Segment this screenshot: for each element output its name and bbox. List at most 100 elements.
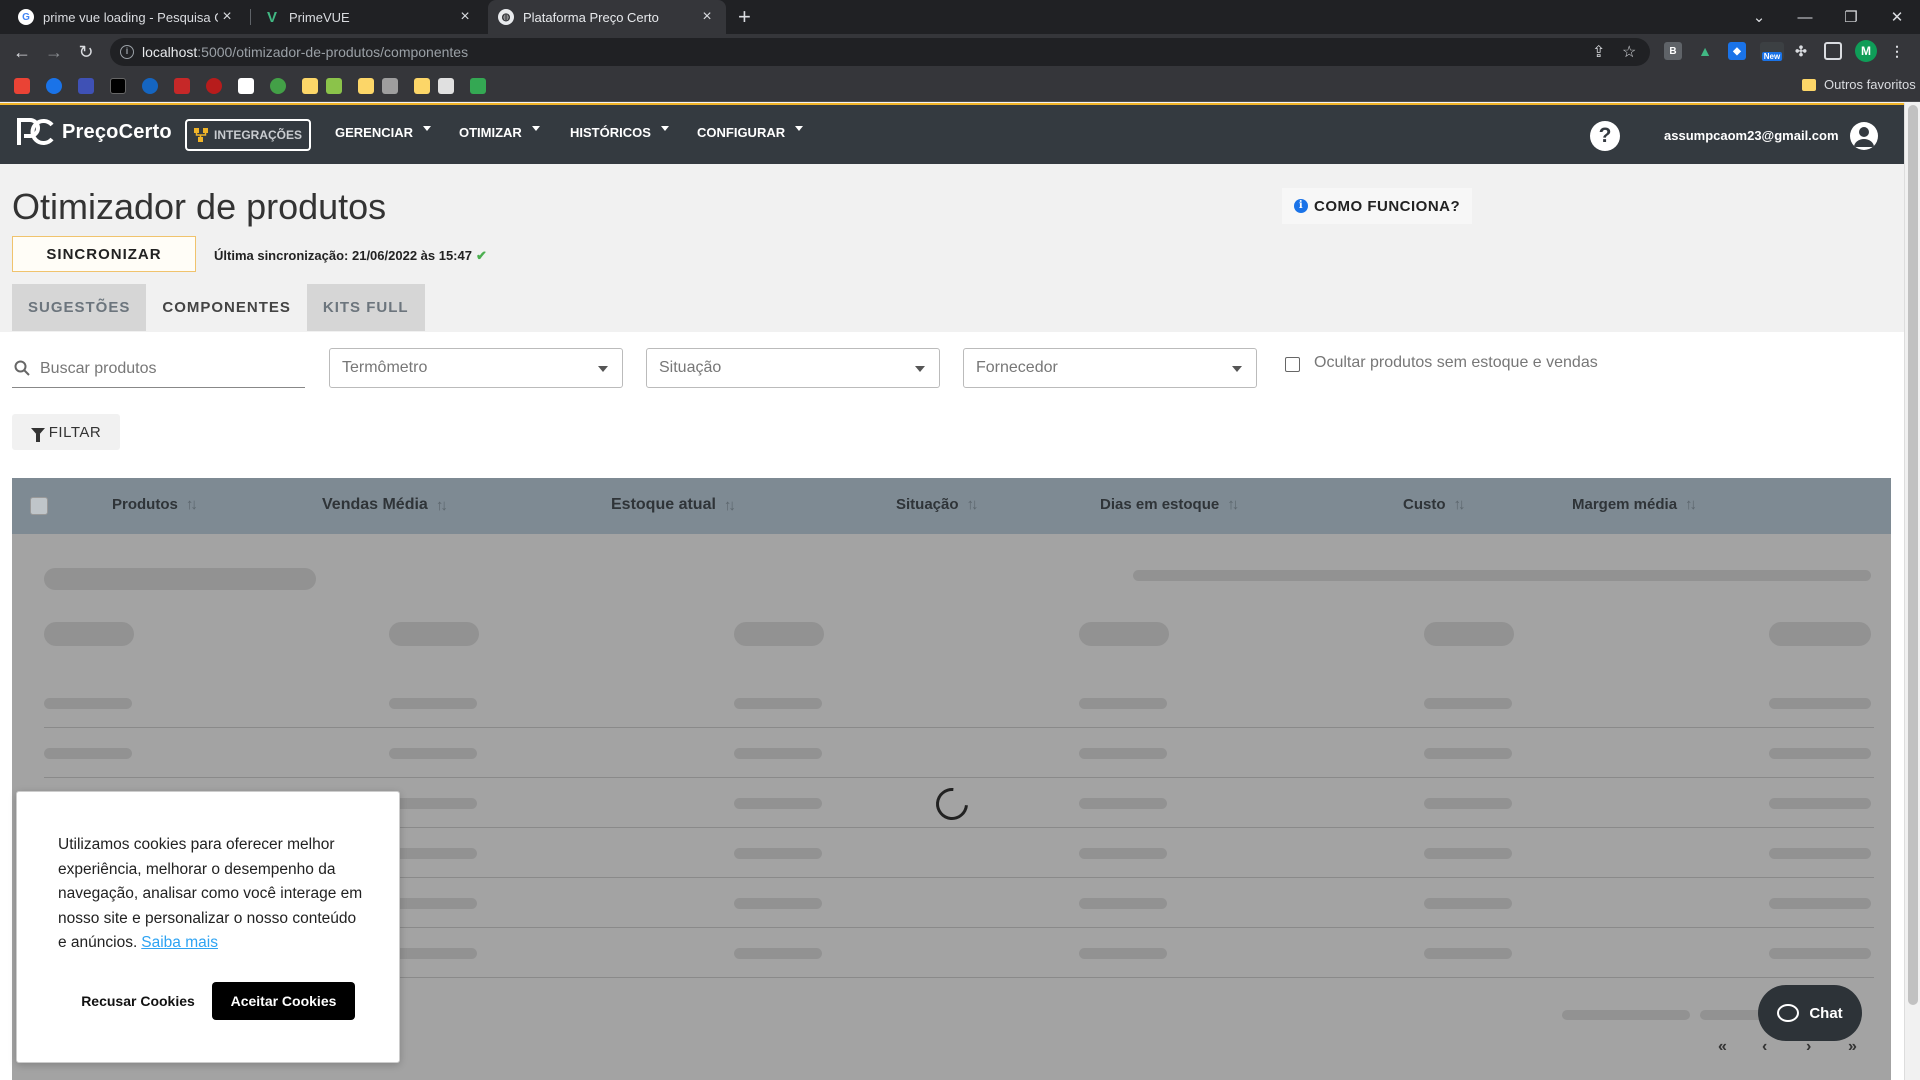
bookmark-6-icon[interactable] [174, 78, 190, 94]
bookmark-folder-icon[interactable] [302, 78, 318, 94]
tab-componentes[interactable]: COMPONENTES [146, 284, 307, 331]
how-it-works-label: COMO FUNCIONA? [1314, 197, 1461, 215]
column-dias-em-estoque[interactable]: Dias em estoque ↑↓ [1100, 496, 1239, 513]
url-path: :5000/otimizador-de-produtos/componentes [197, 44, 469, 60]
situation-dropdown[interactable]: Situação [646, 348, 940, 388]
menu-gerenciar[interactable]: GERENCIAR [335, 125, 432, 140]
bookmark-3-icon[interactable] [78, 78, 94, 94]
bookmark-folder-icon[interactable] [358, 78, 374, 94]
bookmark-2-icon[interactable] [46, 78, 62, 94]
browser-tab-google[interactable]: G prime vue loading - Pesquisa Go × [8, 0, 246, 34]
tab-sugestoes[interactable]: SUGESTÕES [12, 284, 147, 331]
minimize-icon[interactable]: — [1782, 0, 1828, 34]
extensions-puzzle-icon[interactable]: ✣ [1792, 42, 1810, 60]
browser-menu-icon[interactable]: ⋮ [1888, 42, 1906, 60]
how-it-works-button[interactable]: i COMO FUNCIONA? [1282, 188, 1473, 224]
bookmark-7-icon[interactable] [206, 78, 222, 94]
close-tab-icon[interactable]: × [218, 8, 236, 26]
caret-down-icon [423, 126, 432, 131]
menu-otimizar[interactable]: OTIMIZAR [459, 125, 540, 140]
learn-more-link[interactable]: Saiba mais [141, 934, 218, 951]
close-tab-icon[interactable]: × [698, 8, 716, 26]
tab-search-icon[interactable]: ⌄ [1736, 0, 1782, 34]
extension-b-icon[interactable]: B [1664, 42, 1682, 60]
bookmark-11-icon[interactable] [382, 78, 398, 94]
bookmark-10-icon[interactable] [326, 78, 342, 94]
last-sync-text: Última sincronização: 21/06/2022 às 15:4… [214, 248, 472, 263]
share-icon[interactable]: ⇪ [1592, 42, 1605, 62]
column-label: Margem média [1572, 496, 1678, 513]
prev-page-icon[interactable]: ‹ [1762, 1038, 1767, 1056]
extension-shield-icon[interactable]: ◆ [1728, 42, 1746, 60]
bookmark-star-icon[interactable]: ☆ [1622, 42, 1636, 62]
column-custo[interactable]: Custo ↑↓ [1403, 496, 1466, 513]
bookmarks-bar: Outros favoritos [0, 70, 1920, 102]
hide-empty-products-checkbox[interactable]: Ocultar produtos sem estoque e vendas [1285, 353, 1598, 372]
last-page-icon[interactable]: » [1848, 1038, 1857, 1056]
select-all-checkbox[interactable] [30, 497, 48, 515]
close-window-icon[interactable]: ✕ [1874, 0, 1920, 34]
bookmark-8-icon[interactable] [238, 78, 254, 94]
column-produtos[interactable]: Produtos ↑↓ [112, 496, 198, 513]
checkbox-box[interactable] [1285, 357, 1300, 372]
column-estoque-atual[interactable]: Estoque atual ↑↓ [611, 496, 736, 514]
bookmark-5-icon[interactable] [142, 78, 158, 94]
caret-down-icon [795, 126, 804, 131]
site-info-icon[interactable]: i [120, 45, 134, 59]
new-tab-icon[interactable]: + [738, 4, 751, 30]
restore-icon[interactable]: ❐ [1828, 0, 1874, 34]
bookmark-9-icon[interactable] [270, 78, 286, 94]
bookmark-1-icon[interactable] [14, 78, 30, 94]
filter-button[interactable]: FILTAR [12, 414, 120, 450]
browser-tab-precocerto[interactable]: ◍ Plataforma Preço Certo × [488, 0, 726, 34]
search-input[interactable] [40, 358, 300, 380]
logo-text: PreçoCerto [62, 120, 172, 143]
bookmark-4-icon[interactable] [110, 78, 126, 94]
chat-button[interactable]: Chat [1758, 985, 1862, 1041]
profile-avatar[interactable]: M [1855, 40, 1877, 62]
sync-button[interactable]: SINCRONIZAR [12, 236, 196, 272]
menu-historicos[interactable]: HISTÓRICOS [570, 125, 669, 140]
menu-label: OTIMIZAR [459, 125, 522, 140]
google-drive-icon[interactable] [470, 78, 486, 94]
tab-kits-full[interactable]: KITS FULL [306, 284, 425, 331]
address-bar[interactable]: i localhost:5000/otimizador-de-produtos/… [110, 38, 1650, 66]
page-scrollbar[interactable] [1904, 103, 1920, 1080]
extension-new-icon[interactable]: New [1760, 42, 1784, 61]
precocerto-logo-icon [17, 118, 54, 145]
dropdown-label: Fornecedor [976, 359, 1058, 376]
forward-icon[interactable]: → [42, 40, 66, 64]
accept-cookies-button[interactable]: Aceitar Cookies [212, 982, 355, 1020]
integrations-button[interactable]: INTEGRAÇÕES [185, 119, 311, 151]
browser-tab-primevue[interactable]: V PrimeVUE × [254, 0, 484, 34]
extension-vue-icon[interactable]: ▲ [1696, 42, 1714, 60]
sort-icon: ↑↓ [723, 496, 736, 514]
thermometer-dropdown[interactable]: Termômetro [329, 348, 623, 388]
google-icon: G [18, 9, 34, 25]
column-situacao[interactable]: Situação ↑↓ [896, 496, 979, 513]
reload-icon[interactable]: ↻ [74, 40, 98, 64]
back-icon[interactable]: ← [10, 40, 34, 64]
app-logo[interactable]: PreçoCerto [16, 117, 172, 147]
chat-bubble-icon [1777, 1004, 1800, 1022]
column-vendas-media[interactable]: Vendas Média ↑↓ [322, 496, 448, 514]
column-label: Dias em estoque [1100, 496, 1220, 513]
first-page-icon[interactable]: « [1718, 1038, 1727, 1056]
side-panel-icon[interactable] [1824, 42, 1842, 60]
close-tab-icon[interactable]: × [456, 8, 474, 26]
chat-label: Chat [1809, 1004, 1843, 1022]
supplier-dropdown[interactable]: Fornecedor [963, 348, 1257, 388]
scrollbar-thumb[interactable] [1908, 105, 1918, 1005]
other-bookmarks-folder[interactable]: Outros favoritos [1802, 77, 1916, 92]
refuse-cookies-button[interactable]: Recusar Cookies [73, 982, 203, 1020]
user-avatar-icon[interactable] [1850, 122, 1878, 150]
bookmark-folder-icon[interactable] [414, 78, 430, 94]
column-margem-media[interactable]: Margem média ↑↓ [1572, 496, 1697, 513]
caret-down-icon [1232, 366, 1242, 372]
url-host: localhost [142, 44, 198, 60]
bookmark-12-icon[interactable] [438, 78, 454, 94]
folder-icon [1802, 78, 1816, 91]
menu-configurar[interactable]: CONFIGURAR [697, 125, 804, 140]
help-icon[interactable]: ? [1590, 121, 1620, 151]
user-email[interactable]: assumpcaom23@gmail.com [1664, 128, 1839, 143]
